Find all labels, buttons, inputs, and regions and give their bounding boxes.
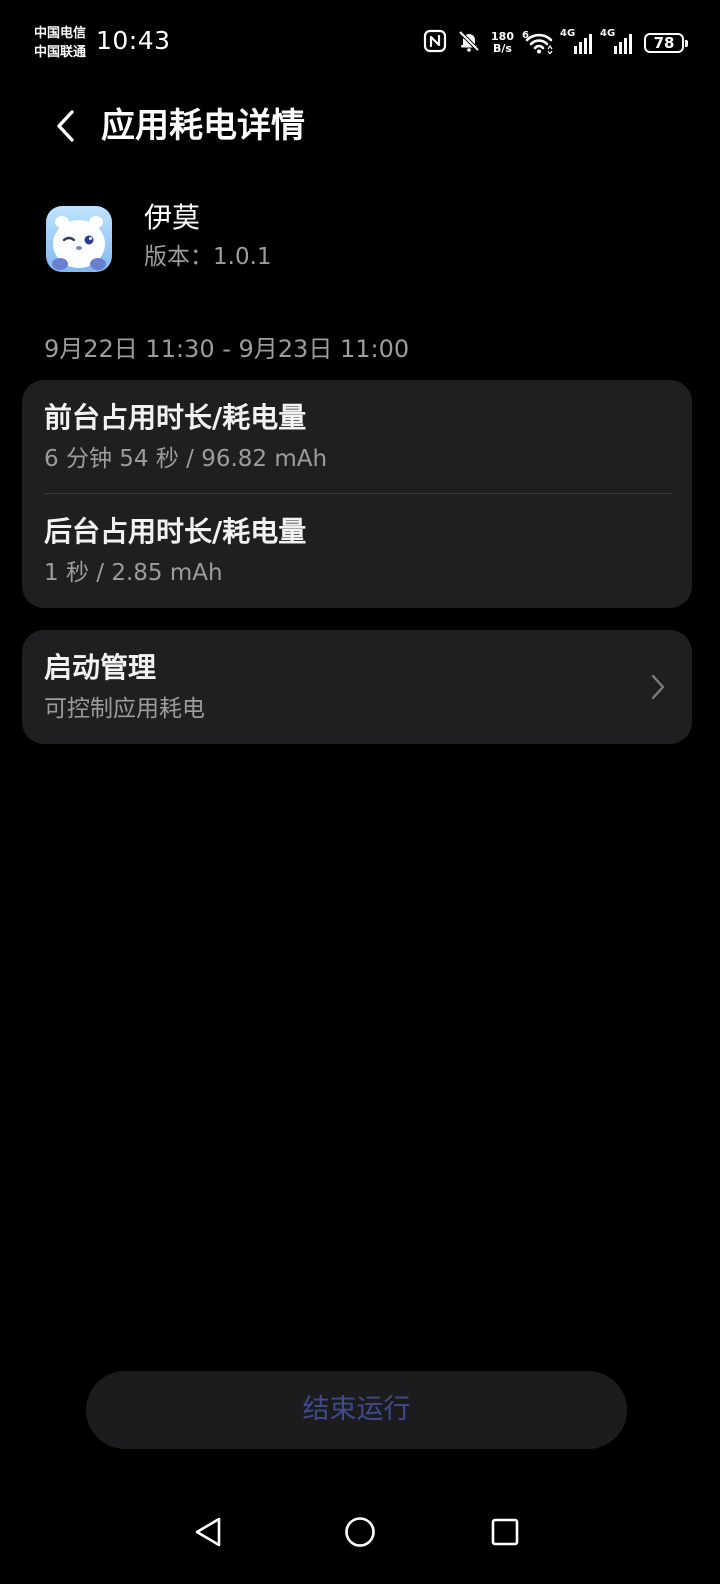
net-speed-unit: B/s [493, 42, 512, 55]
nav-back-button[interactable] [186, 1510, 230, 1554]
navigation-bar [0, 1496, 720, 1566]
background-usage-row: 后台占用时长/耗电量 1 秒 / 2.85 mAh [44, 514, 670, 594]
time-range: 9月22日 11:30 - 9月23日 11:00 [44, 335, 410, 363]
startup-management-row: 启动管理 可控制应用耗电 [44, 650, 670, 730]
clock: 10:43 [96, 26, 171, 55]
status-icons: 180 B/s 6 4G 4G 78 [423, 28, 688, 58]
startup-management-item[interactable]: 启动管理 可控制应用耗电 [22, 630, 692, 744]
startup-management-title: 启动管理 [44, 651, 157, 684]
chevron-left-icon [57, 110, 74, 142]
signal-1-label: 4G [560, 28, 576, 39]
bell-muted-icon [457, 29, 481, 57]
app-info: 伊莫 版本：1.0.1 [0, 196, 720, 286]
triangle-back-icon [195, 1517, 221, 1547]
net-speed: 180 B/s [491, 31, 514, 55]
status-bar: 中国电信 中国联通 10:43 180 B/s 6 4G 4G 78 [0, 0, 720, 86]
nav-home-button[interactable] [338, 1510, 382, 1554]
page-title: 应用耗电详情 [101, 106, 305, 146]
background-usage-value: 1 秒 / 2.85 mAh [44, 560, 223, 586]
nav-recent-button[interactable] [483, 1510, 527, 1554]
end-running-button[interactable]: 结束运行 [86, 1371, 627, 1449]
wifi-icon: 6 [522, 30, 554, 54]
wifi-label: 6 [522, 30, 529, 41]
signal-icon: 4G [600, 28, 634, 54]
app-version: 版本：1.0.1 [144, 244, 272, 270]
signal-2-label: 4G [600, 28, 616, 39]
app-icon [46, 206, 112, 272]
divider [44, 493, 671, 494]
usage-card: 前台占用时长/耗电量 6 分钟 54 秒 / 96.82 mAh 后台占用时长/… [22, 380, 692, 608]
nfc-icon [423, 29, 447, 57]
app-name: 伊莫 [144, 201, 201, 234]
chevron-right-icon [651, 674, 665, 700]
carrier-info: 中国电信 中国联通 [34, 24, 86, 62]
foreground-usage-title: 前台占用时长/耗电量 [44, 401, 307, 434]
header: 应用耗电详情 [0, 96, 720, 156]
battery-level: 78 [653, 34, 675, 52]
background-usage-title: 后台占用时长/耗电量 [44, 515, 307, 548]
carrier-1: 中国电信 [34, 26, 87, 41]
foreground-usage-row: 前台占用时长/耗电量 6 分钟 54 秒 / 96.82 mAh [44, 400, 670, 480]
carrier-2: 中国联通 [34, 45, 87, 60]
battery-icon: 78 [644, 33, 688, 53]
startup-management-subtitle: 可控制应用耗电 [44, 696, 205, 722]
square-recent-icon [491, 1518, 519, 1546]
signal-icon: 4G [560, 28, 594, 54]
circle-home-icon [345, 1517, 375, 1547]
foreground-usage-value: 6 分钟 54 秒 / 96.82 mAh [44, 446, 328, 472]
back-button[interactable] [44, 104, 88, 148]
